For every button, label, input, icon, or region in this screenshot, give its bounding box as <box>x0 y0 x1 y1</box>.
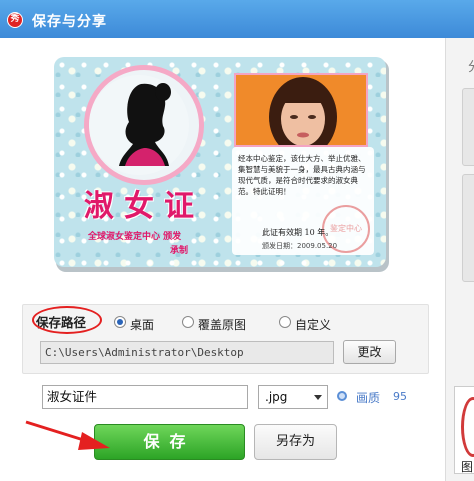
certificate-text-panel: 经本中心鉴定，该仕大方、举止优雅、集智慧与美貌于一身，最具古典内涵与现代气质，是… <box>232 147 374 255</box>
title-bar: 秀 保存与分享 <box>0 0 474 38</box>
template-thumbnail[interactable]: 图 <box>454 386 474 474</box>
radio-desktop-label[interactable]: 桌面 <box>130 316 154 333</box>
change-path-button[interactable]: 更改 <box>343 340 396 364</box>
radio-overwrite-label[interactable]: 覆盖原图 <box>198 316 246 333</box>
quality-value: 95 <box>393 390 407 403</box>
certificate-issuer: 全球淑女鉴定中心 颁发 <box>88 232 182 242</box>
window-title: 保存与分享 <box>32 14 107 30</box>
side-tab-label[interactable]: 分 <box>468 56 474 75</box>
stamp-text: 鉴定中心 <box>330 224 362 233</box>
save-path-field[interactable]: C:\Users\Administrator\Desktop <box>40 341 334 364</box>
red-arrow-annotation <box>25 420 110 450</box>
format-value: .jpg <box>265 390 288 404</box>
save-button[interactable]: 保存 <box>94 424 245 460</box>
certificate-validity: 此证有效期 10 年。 <box>262 228 334 237</box>
certificate-body: 经本中心鉴定，该仕大方、举止优雅、集智慧与美貌于一身，最具古典内涵与现代气质，是… <box>238 154 366 196</box>
certificate-issue-date: 颁发日期：2009.05.20 <box>262 242 338 250</box>
certificate-maker: 承制 <box>170 246 189 256</box>
radio-custom[interactable] <box>279 316 291 328</box>
silhouette-medallion <box>84 65 204 185</box>
save-as-button[interactable]: 另存为 <box>254 424 337 460</box>
format-select[interactable]: .jpg <box>258 385 328 409</box>
portrait-image <box>236 75 366 145</box>
radio-custom-label[interactable]: 自定义 <box>295 316 331 333</box>
stamp-thumbnail-icon <box>461 397 474 457</box>
thumbnail-label: 图 <box>461 460 474 474</box>
side-button-2[interactable] <box>462 174 474 282</box>
quality-link[interactable]: 画质 <box>356 389 380 406</box>
chevron-down-icon <box>314 395 322 400</box>
highlight-circle-annotation <box>32 306 102 334</box>
right-side-panel: 分 图 <box>445 38 474 481</box>
woman-silhouette-icon <box>89 75 189 175</box>
certificate-title: 淑女证 <box>84 189 204 224</box>
quality-gear-icon[interactable] <box>337 391 347 401</box>
radio-overwrite[interactable] <box>182 316 194 328</box>
portrait-photo <box>234 73 368 147</box>
side-button-1[interactable] <box>462 88 474 166</box>
image-preview: 淑女证 全球淑女鉴定中心 颁发 承制 经本中心鉴定，该仕大方、举止优雅、集智慧与… <box>54 57 386 267</box>
filename-input[interactable]: 淑女证件 <box>42 385 248 409</box>
app-logo-icon: 秀 <box>7 12 23 28</box>
radio-desktop[interactable] <box>114 316 126 328</box>
